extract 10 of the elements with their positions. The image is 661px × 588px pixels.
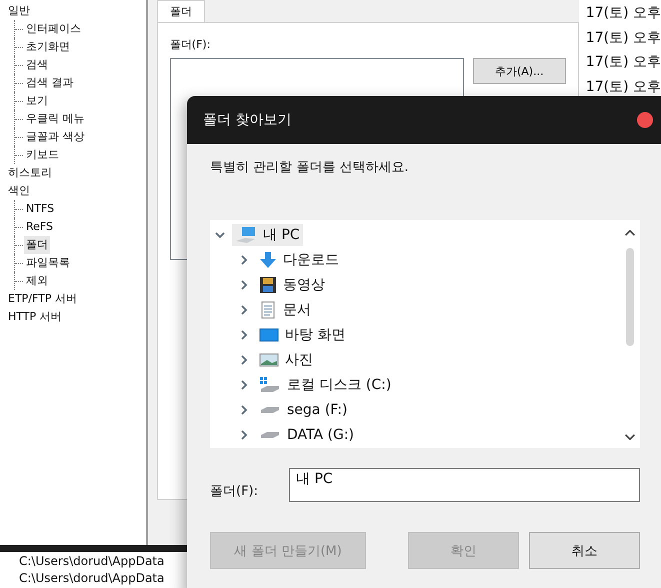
date-cell-text: 17(토) 오후 — [586, 53, 661, 72]
date-cell-text: 17(토) 오후 — [586, 28, 661, 48]
instruction-text: 특별히 관리할 폴더를 선택하세요. — [210, 159, 410, 176]
folder-label: 폴더(F): — [170, 37, 212, 52]
path-cell-text: C:\Users\dorud\AppData — [19, 570, 166, 587]
date-cell-text: 17(토) 오후 — [586, 78, 661, 96]
path-cell-text: C:\Users\dorud\AppData — [19, 553, 166, 570]
dialog-title: 폴더 찾아보기 — [203, 111, 292, 129]
date-cell-text: 17(토) 오후 — [586, 4, 661, 23]
folder-label: 폴더(F): — [210, 483, 260, 500]
